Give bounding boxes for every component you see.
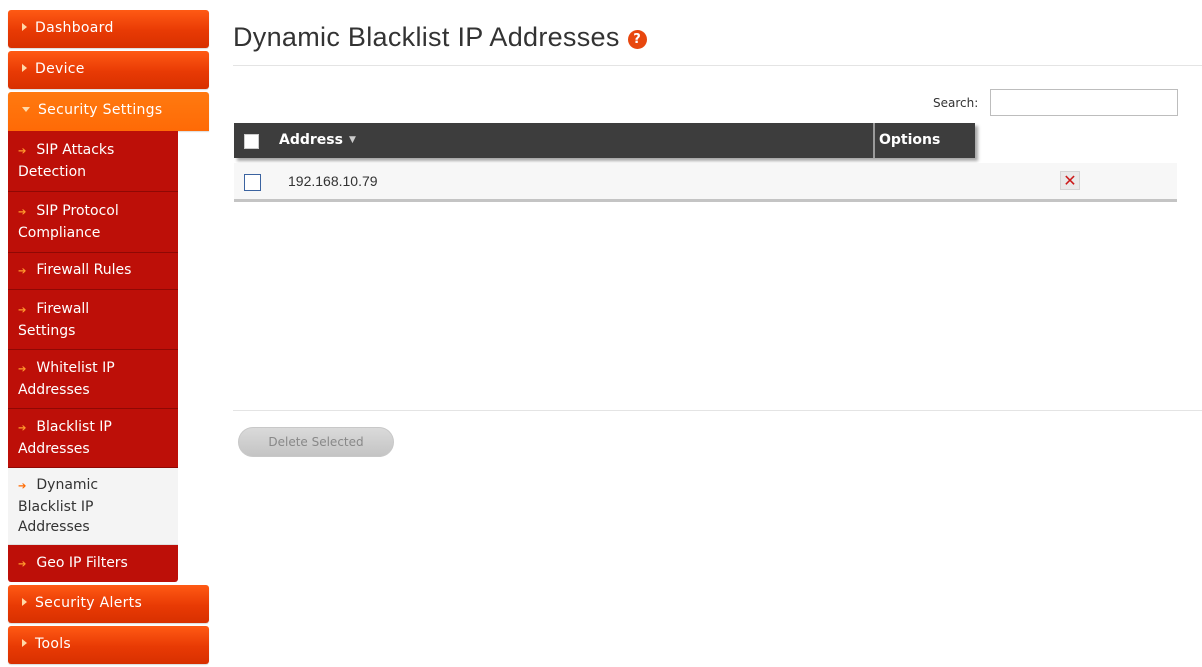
sidebar-subitem-sip-protocol-compliance[interactable]: ➔ SIP Protocol Compliance: [8, 192, 178, 253]
subitem-label: SIP Attacks: [36, 142, 115, 158]
delete-icon[interactable]: ✕: [1060, 171, 1080, 190]
subitem-label: Blacklist IP: [18, 499, 94, 515]
page-title-text: Dynamic Blacklist IP Addresses: [233, 22, 620, 52]
subitem-label: Firewall: [36, 300, 90, 317]
sidebar-item-label: Security Alerts: [35, 595, 143, 611]
sidebar-item-device[interactable]: Device: [8, 51, 209, 89]
subitem-label: Addresses: [18, 441, 90, 457]
subitem-line: ➔ Whitelist IP: [18, 358, 174, 380]
subitem-label: Dynamic: [36, 477, 99, 493]
triangle-right-icon: [22, 598, 27, 606]
row-checkbox[interactable]: [244, 174, 261, 191]
title-divider: [233, 65, 1202, 66]
arrow-right-icon: ➔: [18, 304, 27, 316]
select-all-checkbox[interactable]: [244, 134, 259, 149]
table-header: Address ▼ Options: [234, 123, 975, 158]
sidebar-subitem-geo-ip-filters[interactable]: ➔ Geo IP Filters: [8, 545, 178, 582]
sidebar-item-security-alerts[interactable]: Security Alerts: [8, 585, 209, 623]
help-icon[interactable]: ?: [627, 30, 647, 49]
search-label: Search:: [933, 96, 979, 110]
sidebar-item-dashboard[interactable]: Dashboard: [8, 10, 209, 48]
sidebar-item-label: Security Settings: [38, 102, 163, 118]
subitem-label: Addresses: [18, 382, 90, 398]
sidebar-item-security-settings[interactable]: Security Settings: [8, 92, 209, 131]
subitem-label: Compliance: [18, 225, 101, 241]
sidebar-item-label: Dashboard: [35, 20, 114, 36]
subitem-label: Addresses: [18, 519, 90, 535]
subitem-label: SIP Protocol: [36, 203, 119, 219]
sidebar-item-tools[interactable]: Tools: [8, 626, 209, 664]
arrow-right-icon: ➔: [18, 558, 27, 570]
triangle-right-icon: [22, 64, 27, 72]
sidebar-subitem-dynamic-blacklist-ip-addresses[interactable]: ➔ Dynamic Blacklist IP Addresses: [8, 468, 178, 545]
arrow-right-icon: ➔: [18, 423, 27, 434]
table-row: 192.168.10.79 ✕: [234, 163, 1177, 202]
content-divider: [233, 410, 1202, 411]
triangle-right-icon: [22, 639, 27, 647]
subitem-label: Whitelist IP: [36, 360, 115, 376]
column-header-options: Options: [879, 132, 941, 148]
security-settings-submenu: ➔ SIP Attacks Detection ➔ SIP Protocol Com…: [8, 131, 178, 582]
subitem-label: Settings: [18, 322, 76, 339]
arrow-right-icon: ➔: [18, 364, 27, 375]
subitem-line: ➔ Dynamic: [18, 475, 174, 497]
arrow-right-icon: ➔: [18, 207, 27, 218]
column-label: Address: [279, 132, 343, 148]
subitem-line: ➔ SIP Attacks: [18, 140, 174, 162]
column-separator: [873, 123, 875, 158]
delete-selected-button[interactable]: Delete Selected: [238, 427, 394, 457]
row-address: 192.168.10.79: [288, 173, 378, 189]
subitem-line: ➔ Geo IP Filters: [18, 553, 174, 575]
sidebar: Dashboard Device Security Settings ➔ SIP …: [8, 10, 209, 667]
sidebar-subitem-firewall-rules[interactable]: ➔ Firewall Rules: [8, 253, 178, 290]
subitem-line: ➔ Firewall: [18, 299, 174, 321]
subitem-label: Firewall Rules: [36, 262, 132, 278]
arrow-right-icon: ➔: [18, 266, 27, 277]
sidebar-subitem-blacklist-ip-addresses[interactable]: ➔ Blacklist IP Addresses: [8, 409, 178, 468]
subitem-line: ➔ Blacklist IP: [18, 417, 174, 439]
triangle-down-icon: [22, 107, 30, 112]
column-header-address[interactable]: Address ▼: [279, 132, 356, 148]
arrow-right-icon: ➔: [18, 146, 27, 157]
sidebar-item-label: Tools: [35, 636, 71, 652]
page-title: Dynamic Blacklist IP Addresses?: [233, 22, 647, 53]
arrow-right-icon: ➔: [18, 481, 27, 492]
sort-caret-icon: ▼: [348, 135, 356, 145]
sidebar-subitem-firewall-settings[interactable]: ➔ Firewall Settings: [8, 290, 178, 350]
search-input[interactable]: [990, 89, 1178, 116]
sidebar-subitem-whitelist-ip-addresses[interactable]: ➔ Whitelist IP Addresses: [8, 350, 178, 409]
sidebar-item-label: Device: [35, 61, 85, 77]
sidebar-subitem-sip-attacks-detection[interactable]: ➔ SIP Attacks Detection: [8, 131, 178, 192]
subitem-line: ➔ SIP Protocol: [18, 201, 174, 223]
subitem-label: Blacklist IP: [36, 419, 112, 435]
subitem-label: Geo IP Filters: [36, 554, 128, 571]
triangle-right-icon: [22, 23, 27, 31]
subitem-line: ➔ Firewall Rules: [18, 260, 174, 282]
subitem-label: Detection: [18, 164, 87, 180]
